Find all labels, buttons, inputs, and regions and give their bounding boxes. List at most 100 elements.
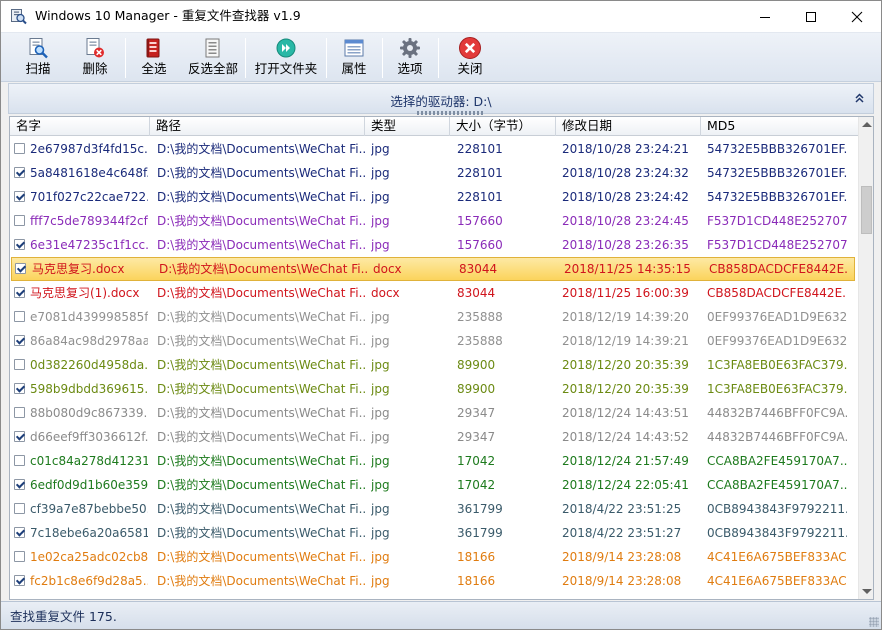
row-checkbox[interactable] xyxy=(15,263,26,274)
minimize-button[interactable] xyxy=(742,1,788,32)
table-row[interactable]: fc2b1c8e6f9d28a5... D:\我的文档\Documents\WeC… xyxy=(10,569,858,593)
table-row[interactable]: e7081d439998585f... D:\我的文档\Documents\WeC… xyxy=(10,305,858,329)
cell-type: jpg xyxy=(371,382,390,396)
cell-date: 2018/10/28 23:24:21 xyxy=(562,142,689,156)
table-row[interactable]: 86a84ac98d2978aa... D:\我的文档\Documents\WeC… xyxy=(10,329,858,353)
row-checkbox[interactable] xyxy=(14,335,25,346)
column-header-size[interactable]: 大小（字节） xyxy=(450,117,556,136)
close-button[interactable]: 关闭 xyxy=(447,36,493,80)
cell-type: jpg xyxy=(371,142,390,156)
cell-type: docx xyxy=(373,262,402,276)
table-row[interactable]: 0d382260d4958da... D:\我的文档\Documents\WeCh… xyxy=(10,353,858,377)
table-row[interactable]: 1e02ca25adc02cb8... D:\我的文档\Documents\WeC… xyxy=(10,545,858,569)
table-row[interactable]: c01c84a278d41231... D:\我的文档\Documents\WeC… xyxy=(10,449,858,473)
column-header-type[interactable]: 类型 xyxy=(365,117,450,136)
cell-md5: 0CB8943843F9792211... xyxy=(707,526,847,540)
cell-md5: 44832B7446BFF0FC9A... xyxy=(707,430,847,444)
cell-md5: 1C3FA8EB0E63FAC379... xyxy=(707,382,847,396)
scroll-down-icon[interactable] xyxy=(862,589,872,594)
row-checkbox[interactable] xyxy=(14,455,25,466)
selected-drive-label: 选择的驱动器: D:\ xyxy=(390,94,492,109)
cell-date: 2018/12/24 22:05:41 xyxy=(562,478,689,492)
row-checkbox[interactable] xyxy=(14,287,25,298)
cell-type: jpg xyxy=(371,526,390,540)
scan-button[interactable]: 扫描 xyxy=(14,36,62,80)
gear-icon xyxy=(397,36,423,60)
row-checkbox[interactable] xyxy=(14,191,25,202)
cell-type: jpg xyxy=(371,406,390,420)
row-checkbox[interactable] xyxy=(14,575,25,586)
cell-path: D:\我的文档\Documents\WeChat Fi... xyxy=(157,166,367,180)
table-row[interactable]: 701f027c22cae722... D:\我的文档\Documents\WeC… xyxy=(10,185,858,209)
options-button[interactable]: 选项 xyxy=(387,36,433,80)
properties-button[interactable]: 属性 xyxy=(331,36,377,80)
collapse-icon[interactable] xyxy=(855,93,864,103)
cell-size: 17042 xyxy=(457,478,496,492)
row-checkbox[interactable] xyxy=(14,143,25,154)
cell-size: 29347 xyxy=(457,406,496,420)
table-row[interactable]: 598b9dbdd369615... D:\我的文档\Documents\WeCh… xyxy=(10,377,858,401)
row-checkbox[interactable] xyxy=(14,503,25,514)
cell-date: 2018/4/22 23:51:25 xyxy=(562,502,682,516)
cell-path: D:\我的文档\Documents\WeChat Fi... xyxy=(157,286,367,300)
status-text: 查找重复文件 175. xyxy=(10,609,117,624)
delete-button[interactable]: 删除 xyxy=(71,36,119,80)
row-checkbox[interactable] xyxy=(14,359,25,370)
cell-size: 228101 xyxy=(457,142,503,156)
row-checkbox[interactable] xyxy=(14,167,25,178)
invert-selection-button[interactable]: 反选全部 xyxy=(184,36,242,80)
table-row[interactable]: fff7c5de789344f2cf... D:\我的文档\Documents\W… xyxy=(10,209,858,233)
table-row[interactable]: 7c18ebe6a20a6581... D:\我的文档\Documents\WeC… xyxy=(10,521,858,545)
row-checkbox[interactable] xyxy=(14,311,25,322)
cell-md5: CCA8BA2FE459170A7... xyxy=(707,454,847,468)
drive-selection-bar[interactable]: 选择的驱动器: D:\ xyxy=(8,83,874,115)
table-row[interactable]: 5a8481618e4c648f... D:\我的文档\Documents\WeC… xyxy=(10,161,858,185)
cell-name: 0d382260d4958da... xyxy=(30,358,148,372)
cell-name: e7081d439998585f... xyxy=(30,310,148,324)
open-folder-label: 打开文件夹 xyxy=(254,61,318,76)
row-checkbox[interactable] xyxy=(14,239,25,250)
maximize-button[interactable] xyxy=(788,1,834,32)
table-row[interactable]: 6e31e47235c1f1cc... D:\我的文档\Documents\WeC… xyxy=(10,233,858,257)
column-header-md5[interactable]: MD5 xyxy=(701,117,858,136)
cell-date: 2018/4/22 23:51:27 xyxy=(562,526,682,540)
cell-md5: F537D1CD448E252707... xyxy=(707,214,847,228)
row-checkbox[interactable] xyxy=(14,383,25,394)
table-row[interactable]: 马克思复习(1).docx D:\我的文档\Documents\WeChat Fi… xyxy=(10,281,858,305)
vertical-scrollbar[interactable] xyxy=(858,117,873,599)
scrollbar-thumb[interactable] xyxy=(861,186,872,234)
cell-path: D:\我的文档\Documents\WeChat Fi... xyxy=(157,526,367,540)
row-checkbox[interactable] xyxy=(14,431,25,442)
select-all-button[interactable]: 全选 xyxy=(130,36,178,80)
column-header-date[interactable]: 修改日期 xyxy=(556,117,701,136)
table-row[interactable]: 6edf0d9d1b60e359... D:\我的文档\Documents\WeC… xyxy=(10,473,858,497)
open-folder-button[interactable]: 打开文件夹 xyxy=(250,36,322,80)
cell-md5: 54732E5BBB326701EF... xyxy=(707,166,847,180)
scroll-up-icon[interactable] xyxy=(862,122,872,127)
splitter-grip[interactable] xyxy=(417,111,483,115)
cell-path: D:\我的文档\Documents\WeChat Fi... xyxy=(157,238,367,252)
row-checkbox[interactable] xyxy=(14,407,25,418)
row-checkbox[interactable] xyxy=(14,527,25,538)
row-checkbox[interactable] xyxy=(14,215,25,226)
table-row[interactable]: d66eef9ff3036612f... D:\我的文档\Documents\We… xyxy=(10,425,858,449)
window-close-button[interactable] xyxy=(834,1,880,32)
table-row[interactable]: 88b080d9c867339... D:\我的文档\Documents\WeCh… xyxy=(10,401,858,425)
row-checkbox[interactable] xyxy=(14,551,25,562)
cell-path: D:\我的文档\Documents\WeChat Fi... xyxy=(157,550,367,564)
title-bar[interactable]: Windows 10 Manager - 重复文件查找器 v1.9 xyxy=(1,1,881,32)
table-row[interactable]: 2e67987d3f4fd15c... D:\我的文档\Documents\WeC… xyxy=(10,137,858,161)
cell-date: 2018/9/14 23:28:08 xyxy=(562,550,682,564)
table-header: 名字 路径 类型 大小（字节） 修改日期 MD5 xyxy=(10,117,858,136)
cell-type: jpg xyxy=(371,502,390,516)
cell-type: jpg xyxy=(371,166,390,180)
cell-size: 157660 xyxy=(457,238,503,252)
cell-date: 2018/12/20 20:35:39 xyxy=(562,382,689,396)
cell-name: d66eef9ff3036612f... xyxy=(30,430,148,444)
table-row[interactable]: 马克思复习.docx D:\我的文档\Documents\WeChat Fi...… xyxy=(11,257,855,281)
table-row[interactable]: cf39a7e87bebbe50... D:\我的文档\Documents\WeC… xyxy=(10,497,858,521)
column-header-path[interactable]: 路径 xyxy=(150,117,365,136)
column-header-name[interactable]: 名字 xyxy=(10,117,150,136)
resize-grip[interactable] xyxy=(869,617,879,627)
row-checkbox[interactable] xyxy=(14,479,25,490)
